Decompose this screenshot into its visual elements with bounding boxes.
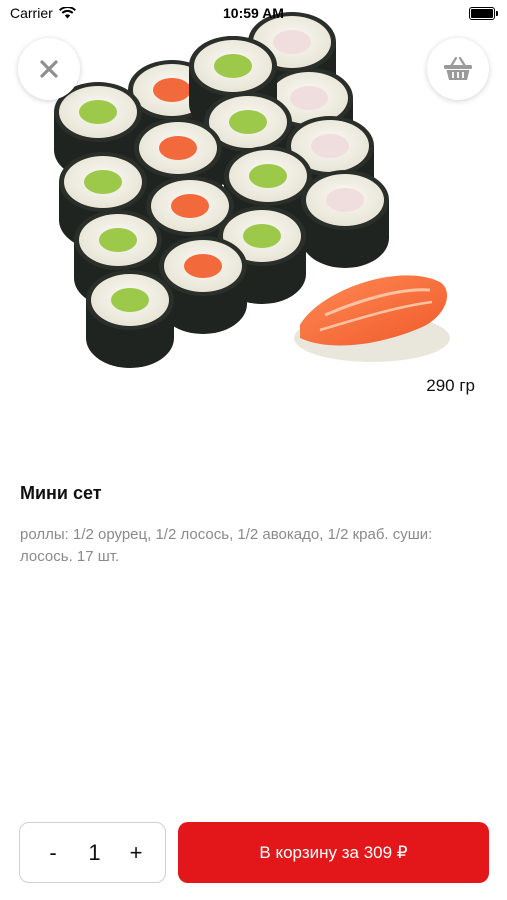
status-bar: Carrier 10:59 AM bbox=[0, 0, 507, 28]
decrease-button[interactable]: - bbox=[42, 840, 64, 866]
close-icon bbox=[40, 60, 58, 78]
product-description: роллы: 1/2 орурец, 1/2 лосось, 1/2 авока… bbox=[20, 526, 433, 565]
basket-button[interactable] bbox=[427, 38, 489, 100]
add-to-cart-button[interactable]: В корзину за 309 ₽ bbox=[178, 822, 489, 883]
quantity-value: 1 bbox=[88, 839, 101, 865]
nigiri-sushi bbox=[294, 275, 450, 362]
status-time: 10:59 AM bbox=[223, 5, 284, 21]
basket-icon bbox=[444, 56, 472, 80]
close-button[interactable] bbox=[18, 38, 80, 100]
product-title: Мини сет bbox=[20, 483, 102, 503]
battery-icon bbox=[469, 7, 498, 20]
quantity-stepper: - 1 + bbox=[19, 822, 166, 883]
product-weight: 290 гр bbox=[426, 376, 475, 395]
increase-button[interactable]: + bbox=[125, 840, 147, 866]
add-to-cart-label: В корзину за 309 ₽ bbox=[259, 842, 408, 862]
